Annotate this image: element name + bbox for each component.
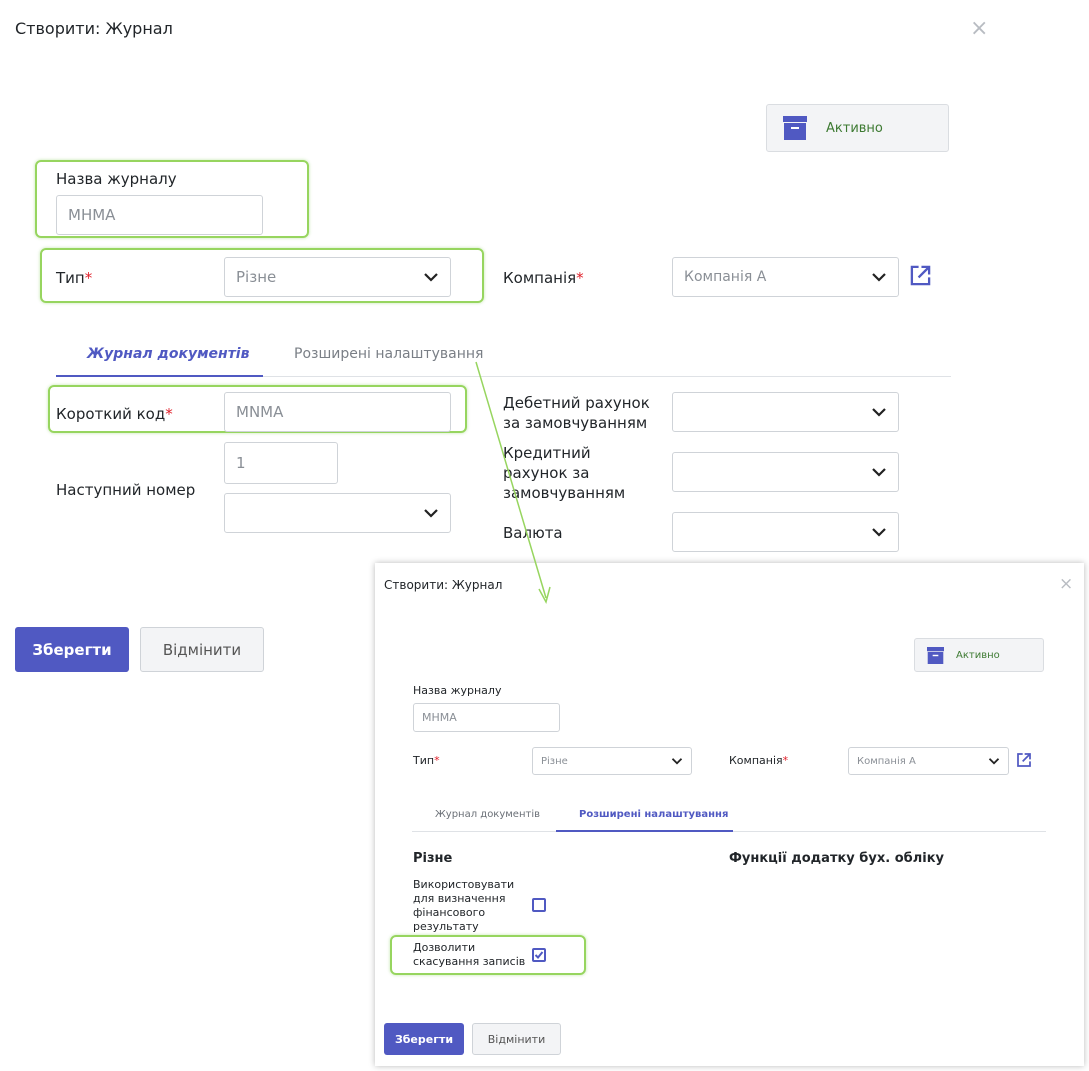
chevron-down-icon	[671, 758, 683, 765]
currency-label: Валюта	[503, 524, 563, 542]
company-value: Компанія А	[684, 269, 767, 285]
inset-status-button[interactable]: Активно	[914, 638, 1044, 672]
close-icon[interactable]: ×	[970, 18, 988, 40]
inset-name-input[interactable]: МНМА	[413, 703, 560, 732]
section-accounting-heading: Функції додатку бух. обліку	[729, 851, 944, 866]
inset-company-select[interactable]: Компанія А	[848, 747, 1009, 775]
name-input[interactable]: МНМА	[56, 195, 263, 235]
inset-tab-advanced-settings[interactable]: Розширені налаштування	[579, 809, 728, 820]
inset-type-label: Тип*	[413, 754, 440, 767]
status-label: Активно	[826, 120, 883, 136]
allow-cancel-checkbox[interactable]	[532, 948, 546, 962]
tab-journal-documents[interactable]: Журнал документів	[87, 346, 249, 362]
cancel-button[interactable]: Відмінити	[140, 627, 264, 672]
inset-company-value: Компанія А	[857, 755, 916, 767]
type-label: Тип*	[56, 269, 93, 287]
archive-icon	[783, 116, 807, 140]
short-code-input[interactable]: MNMA	[224, 392, 451, 432]
short-code-label: Короткий код*	[56, 405, 173, 423]
inset-dialog-title: Створити: Журнал	[384, 578, 503, 592]
chevron-down-icon	[872, 408, 886, 417]
chevron-down-icon	[872, 273, 886, 282]
sequence-select[interactable]	[224, 493, 451, 533]
company-label: Компанія*	[503, 269, 584, 287]
next-number-label: Наступний номер	[56, 481, 196, 499]
chevron-down-icon	[988, 758, 1000, 765]
dialog-title: Створити: Журнал	[15, 19, 173, 38]
name-label: Назва журналу	[56, 170, 177, 188]
external-link-icon[interactable]	[1016, 752, 1032, 768]
save-button[interactable]: Зберегти	[15, 627, 129, 672]
inset-tab-journal-documents[interactable]: Журнал документів	[435, 809, 540, 820]
inset-cancel-button[interactable]: Відмінити	[472, 1023, 561, 1055]
credit-account-label: Кредитний рахунок за замовчуванням	[503, 444, 626, 502]
chevron-down-icon	[872, 528, 886, 537]
next-number-input[interactable]: 1	[224, 442, 338, 484]
close-icon[interactable]: ×	[1059, 576, 1073, 593]
chevron-down-icon	[872, 468, 886, 477]
section-misc-heading: Різне	[413, 851, 453, 866]
check-icon	[534, 951, 544, 959]
status-button[interactable]: Активно	[766, 104, 949, 152]
inset-status-label: Активно	[956, 649, 1000, 661]
inset-company-label: Компанія*	[729, 754, 789, 767]
debit-account-select[interactable]	[672, 392, 899, 432]
tab-advanced-settings[interactable]: Розширені налаштування	[294, 346, 483, 362]
type-select[interactable]: Різне	[224, 257, 451, 297]
currency-select[interactable]	[672, 512, 899, 552]
inset-name-label: Назва журналу	[413, 684, 502, 697]
inset-dialog: Створити: Журнал × Активно Назва журналу…	[375, 563, 1084, 1066]
active-tab-indicator	[56, 375, 263, 377]
debit-account-label: Дебетний рахунок за замовчуванням	[503, 394, 650, 432]
inset-save-button[interactable]: Зберегти	[384, 1023, 464, 1055]
inset-type-value: Різне	[541, 755, 568, 767]
archive-icon	[927, 646, 944, 664]
use-for-result-checkbox[interactable]	[532, 898, 546, 912]
allow-cancel-label: Дозволити скасування записів	[413, 941, 526, 968]
inset-type-select[interactable]: Різне	[532, 747, 692, 775]
inset-active-tab-indicator	[556, 830, 733, 832]
external-link-icon[interactable]	[909, 264, 932, 287]
credit-account-select[interactable]	[672, 452, 899, 492]
company-select[interactable]: Компанія А	[672, 257, 899, 297]
chevron-down-icon	[424, 509, 438, 518]
use-for-result-label: Використовувати для визначення фінансово…	[413, 878, 515, 933]
type-value: Різне	[236, 268, 277, 286]
chevron-down-icon	[424, 273, 438, 282]
